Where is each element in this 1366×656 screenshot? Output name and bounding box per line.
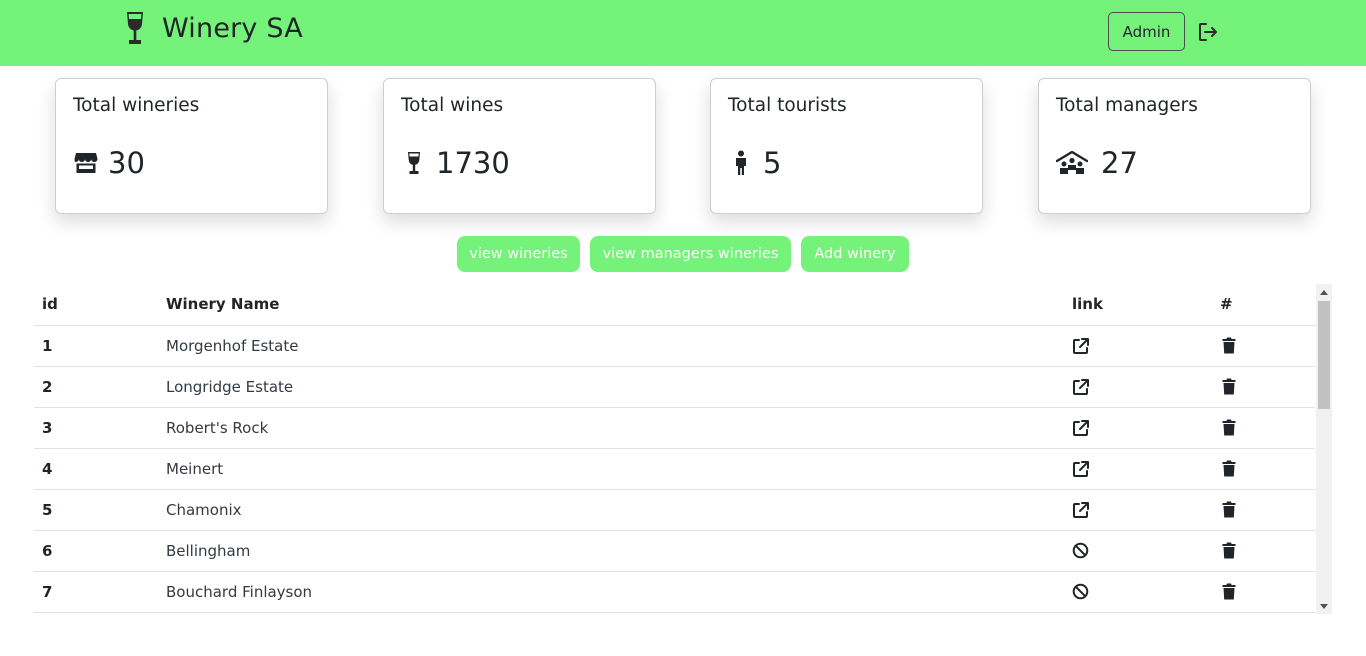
table-scrollbar[interactable] — [1316, 284, 1332, 614]
table-row: 4 Meinert — [34, 448, 1315, 490]
external-link-icon[interactable] — [1064, 366, 1212, 408]
row-id: 6 — [34, 530, 158, 572]
logout-icon[interactable] — [1198, 22, 1220, 42]
winery-name: Bellingham — [158, 530, 1064, 572]
stat-value: 30 — [108, 146, 145, 180]
wineries-table-container[interactable]: id Winery Name link # 1 Morgenhof Estate 2… — [34, 284, 1332, 614]
column-header-name: Winery Name — [158, 284, 1064, 326]
person-icon — [728, 150, 754, 176]
winery-name: Bouchard Finlayson — [158, 571, 1064, 613]
external-link-icon[interactable] — [1064, 448, 1212, 490]
row-id: 7 — [34, 571, 158, 613]
trash-icon[interactable] — [1212, 407, 1315, 449]
winery-name: Robert's Rock — [158, 407, 1064, 449]
scroll-up-arrow-icon[interactable] — [1316, 284, 1332, 300]
trash-icon[interactable] — [1212, 366, 1315, 408]
stat-value: 27 — [1101, 146, 1138, 180]
brand-title: Winery SA — [162, 12, 303, 44]
stat-title: Total managers — [1056, 95, 1198, 116]
view-managers-wineries-button[interactable]: view managers wineries — [590, 236, 791, 272]
stat-card-wines: Total wines 1730 — [383, 78, 656, 214]
winery-name: Longridge Estate — [158, 366, 1064, 408]
column-header-delete: # — [1212, 284, 1315, 326]
table-row: 7 Bouchard Finlayson — [34, 571, 1315, 613]
people-roof-icon — [1056, 150, 1088, 176]
table-row: 2 Longridge Estate — [34, 366, 1315, 408]
admin-button[interactable]: Admin — [1108, 12, 1185, 51]
stat-title: Total wines — [401, 95, 504, 116]
row-id: 1 — [34, 325, 158, 367]
row-id: 3 — [34, 407, 158, 449]
view-wineries-button[interactable]: view wineries — [457, 236, 580, 272]
winery-name: Morgenhof Estate — [158, 325, 1064, 367]
ban-icon[interactable] — [1064, 571, 1212, 613]
wine-glass-icon — [127, 12, 143, 44]
stat-card-tourists: Total tourists 5 — [710, 78, 983, 214]
column-header-id: id — [34, 284, 158, 326]
winery-name: Meinert — [158, 448, 1064, 490]
stat-value: 5 — [763, 146, 782, 180]
trash-icon[interactable] — [1212, 489, 1315, 531]
table-row: 1 Morgenhof Estate — [34, 325, 1315, 367]
action-bar: view wineries view managers wineries Add… — [0, 236, 1366, 272]
stat-title: Total wineries — [73, 95, 200, 116]
table-row: 3 Robert's Rock — [34, 407, 1315, 449]
column-header-link: link — [1064, 284, 1212, 326]
stat-value: 1730 — [436, 146, 510, 180]
stat-card-managers: Total managers 27 — [1038, 78, 1311, 214]
table-row: 6 Bellingham — [34, 530, 1315, 572]
add-winery-button[interactable]: Add winery — [801, 236, 909, 272]
wine-glass-icon — [401, 150, 427, 176]
external-link-icon[interactable] — [1064, 407, 1212, 449]
ban-icon[interactable] — [1064, 530, 1212, 572]
trash-icon[interactable] — [1212, 325, 1315, 367]
brand[interactable]: Winery SA — [122, 10, 303, 46]
trash-icon[interactable] — [1212, 530, 1315, 572]
scroll-thumb[interactable] — [1318, 301, 1330, 409]
winery-name: Chamonix — [158, 489, 1064, 531]
top-navbar: Winery SA Admin — [0, 0, 1366, 66]
row-id: 2 — [34, 366, 158, 408]
row-id: 5 — [34, 489, 158, 531]
store-icon — [73, 150, 99, 176]
external-link-icon[interactable] — [1064, 489, 1212, 531]
table-row: 5 Chamonix — [34, 489, 1315, 531]
scroll-down-arrow-icon[interactable] — [1316, 598, 1332, 614]
row-id: 4 — [34, 448, 158, 490]
trash-icon[interactable] — [1212, 448, 1315, 490]
trash-icon[interactable] — [1212, 571, 1315, 613]
table-header-row: id Winery Name link # — [34, 284, 1315, 326]
stat-card-wineries: Total wineries 30 — [55, 78, 328, 214]
stat-title: Total tourists — [728, 95, 847, 116]
wineries-table: id Winery Name link # 1 Morgenhof Estate 2… — [34, 284, 1315, 613]
external-link-icon[interactable] — [1064, 325, 1212, 367]
